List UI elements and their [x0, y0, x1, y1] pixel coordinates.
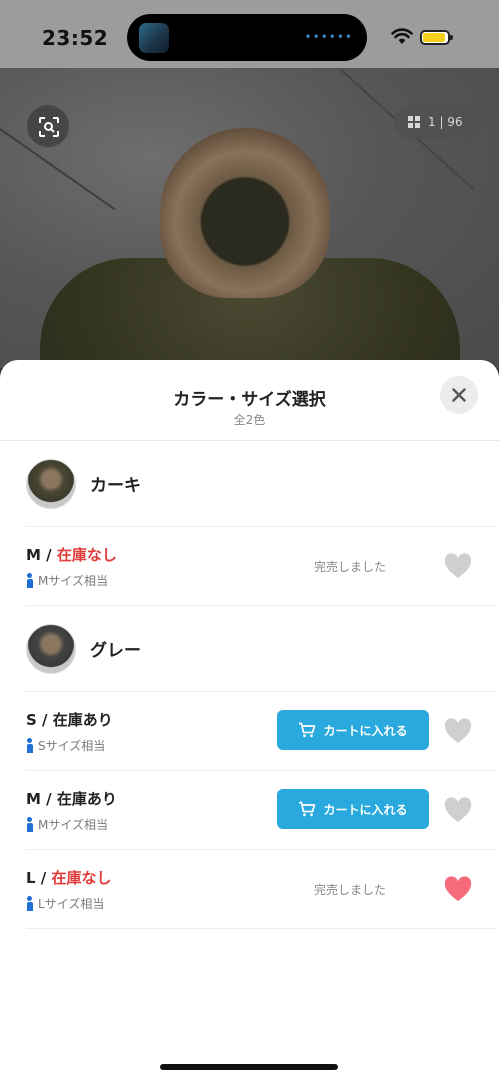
- stock-status: 在庫あり: [52, 711, 113, 729]
- size-label: M / 在庫あり: [26, 788, 117, 809]
- size-label: L / 在庫なし: [26, 867, 112, 888]
- fit-label: Mサイズ相当: [38, 574, 108, 588]
- image-search-button[interactable]: [26, 104, 70, 148]
- sold-out-label: 完売しました: [314, 883, 387, 897]
- color-header: グレー: [26, 606, 497, 692]
- cart-icon: [299, 801, 316, 817]
- fit-label: Sサイズ相当: [38, 739, 106, 753]
- product-photo[interactable]: 1 | 96: [0, 68, 499, 368]
- color-name: カーキ: [90, 476, 141, 496]
- size-name: M /: [26, 546, 52, 564]
- status-time: 23:52: [42, 26, 109, 50]
- color-group-gray: グレー S / 在庫あり Sサイズ相当 カートに入れる M / 在庫あり Mサイ…: [26, 606, 497, 929]
- fit-label: Mサイズ相当: [38, 818, 108, 832]
- status-bar: 23:52 ••••••: [0, 0, 499, 68]
- stock-status: 在庫なし: [51, 869, 112, 887]
- home-indicator: [160, 1064, 338, 1070]
- size-row: S / 在庫あり Sサイズ相当 カートに入れる: [26, 692, 497, 771]
- size-name: L /: [26, 869, 47, 887]
- image-counter-button[interactable]: 1 | 96: [394, 105, 478, 139]
- size-label: M / 在庫なし: [26, 544, 117, 565]
- fit-info: Mサイズ相当: [26, 572, 108, 589]
- fit-info: Lサイズ相当: [26, 895, 104, 912]
- fit-label: Lサイズ相当: [38, 897, 105, 911]
- color-count: 全2色: [233, 413, 266, 427]
- grid-icon: [408, 116, 420, 128]
- close-icon: [452, 388, 466, 402]
- size-row: L / 在庫なし Lサイズ相当 完売しました: [26, 850, 497, 929]
- add-to-cart-label: カートに入れる: [323, 723, 408, 738]
- favorite-heart-icon[interactable]: [444, 876, 472, 902]
- jacket-hood-image: [160, 128, 330, 298]
- color-header: カーキ: [26, 441, 497, 527]
- person-icon: [26, 817, 34, 832]
- close-button[interactable]: [440, 376, 478, 414]
- add-to-cart-button[interactable]: カートに入れる: [277, 710, 429, 750]
- size-row: M / 在庫なし Mサイズ相当 完売しました: [26, 527, 497, 606]
- wifi-icon: [391, 28, 413, 44]
- sheet-header: カラー・サイズ選択 全2色: [0, 360, 499, 441]
- scan-icon: [39, 117, 59, 137]
- person-icon: [26, 896, 34, 911]
- fit-info: Mサイズ相当: [26, 816, 108, 833]
- color-swatch: [26, 623, 76, 674]
- sold-out-label: 完売しました: [314, 560, 387, 574]
- color-name: グレー: [90, 641, 141, 661]
- color-group-khaki: カーキ M / 在庫なし Mサイズ相当 完売しました: [26, 441, 497, 606]
- size-row: M / 在庫あり Mサイズ相当 カートに入れる: [26, 771, 497, 850]
- stock-status: 在庫なし: [56, 546, 117, 564]
- favorite-heart-icon[interactable]: [444, 718, 472, 744]
- sheet-title: カラー・サイズ選択: [173, 390, 326, 410]
- color-swatch: [26, 458, 76, 509]
- add-to-cart-label: カートに入れる: [323, 802, 408, 817]
- favorite-heart-icon[interactable]: [444, 797, 472, 823]
- battery-icon: [420, 30, 453, 45]
- dynamic-island: ••••••: [127, 14, 367, 61]
- size-label: S / 在庫あり: [26, 709, 113, 730]
- cart-icon: [299, 722, 316, 738]
- person-icon: [26, 573, 34, 588]
- add-to-cart-button[interactable]: カートに入れる: [277, 789, 429, 829]
- person-icon: [26, 738, 34, 753]
- favorite-heart-icon[interactable]: [444, 553, 472, 579]
- audio-indicator: ••••••: [304, 30, 353, 44]
- color-size-sheet: カラー・サイズ選択 全2色 カーキ M / 在庫なし Mサイズ相当 完売しました: [0, 360, 499, 1080]
- stock-status: 在庫あり: [56, 790, 117, 808]
- size-name: M /: [26, 790, 52, 808]
- image-counter: 1 | 96: [428, 115, 463, 129]
- fit-info: Sサイズ相当: [26, 737, 105, 754]
- now-playing-thumbnail: [139, 23, 169, 53]
- size-name: S /: [26, 711, 48, 729]
